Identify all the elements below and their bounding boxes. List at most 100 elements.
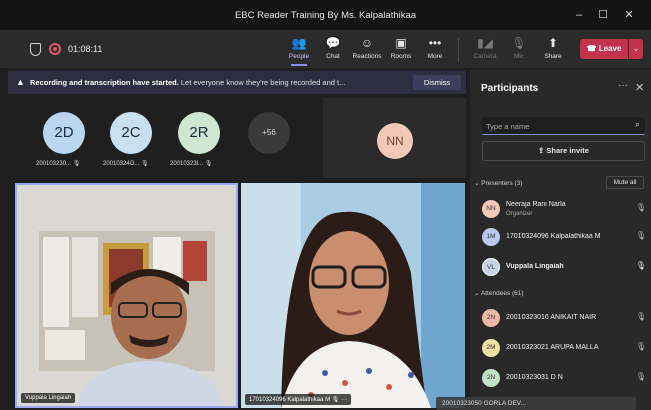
participant-row[interactable]: 2N 20010323016 ANIKAIT NAIR 🎙 bbox=[480, 306, 648, 330]
participant-name: 20010323021 ARUPA MALLA bbox=[506, 344, 599, 351]
participant-name: 20010323031 D N bbox=[506, 374, 563, 381]
camera-button[interactable]: ▮◢ Camera bbox=[468, 36, 502, 66]
avatar-name-text: 20010323l... bbox=[170, 161, 204, 167]
participant-row[interactable]: VL Vuppala Lingaiah 🎙 bbox=[480, 255, 648, 279]
people-button[interactable]: 👥 People bbox=[282, 36, 316, 66]
phone-icon: ☎ bbox=[586, 44, 597, 53]
mic-button[interactable]: 🎙 Mic bbox=[502, 36, 536, 66]
share-invite-label: Share invite bbox=[546, 146, 589, 155]
video-name-label: Vuppala Lingaiah bbox=[21, 393, 76, 403]
mic-off-icon: 🎙 bbox=[635, 312, 646, 321]
attendees-label: Attendees (61) bbox=[480, 290, 524, 297]
rooms-icon: ▣ bbox=[395, 36, 407, 50]
participant-name: Neeraja Rani Narla bbox=[506, 201, 566, 208]
dismiss-button[interactable]: Dismiss bbox=[413, 75, 461, 90]
avatar-nn: NN bbox=[377, 123, 413, 159]
avatar-name-text: 20010324O... bbox=[103, 161, 140, 167]
mic-off-icon: 🎙 bbox=[635, 231, 646, 240]
share-invite-icon: ⇪ bbox=[538, 146, 545, 155]
leave-button[interactable]: ☎ Leave bbox=[580, 39, 628, 59]
mic-label: Mic bbox=[513, 53, 525, 60]
close-window-button[interactable]: ✕ bbox=[618, 6, 640, 24]
chat-icon: 💬 bbox=[325, 36, 341, 50]
mic-off-icon: 🎙 bbox=[635, 372, 646, 381]
participant-row[interactable]: 2N 20010323031 D N 🎙 bbox=[480, 366, 648, 390]
meeting-toolbar: 01:08:11 👥 People 💬 Chat ☺ Reactions ▣ R… bbox=[0, 30, 651, 68]
people-label: People bbox=[288, 53, 310, 60]
panel-close-button[interactable]: ✕ bbox=[635, 81, 644, 94]
title-bar: EBC Reader Training By Ms. Kalpalathikaa… bbox=[0, 0, 651, 30]
leave-dropdown-button[interactable]: ⌄ bbox=[629, 39, 643, 59]
avatar: 1M bbox=[482, 228, 500, 246]
chat-label: Chat bbox=[326, 53, 340, 60]
window-title: EBC Reader Training By Ms. Kalpalathikaa bbox=[234, 10, 417, 21]
more-icon: ••• bbox=[428, 36, 442, 50]
mic-off-icon: 🎙 bbox=[72, 161, 81, 167]
recording-banner: ▲ Recording and transcription have start… bbox=[8, 71, 466, 94]
leave-label: Leave bbox=[598, 44, 622, 53]
participant-name: Vuppala Lingaiah bbox=[506, 263, 564, 270]
minimize-button[interactable]: – bbox=[568, 6, 590, 24]
presenters-header[interactable]: ⌄ Presenters (3) bbox=[474, 179, 522, 187]
participant-row[interactable]: 2M 20010323021 ARUPA MALLA 🎙 bbox=[480, 336, 648, 360]
reactions-icon: ☺ bbox=[360, 36, 374, 50]
more-button[interactable]: ••• More bbox=[418, 36, 452, 66]
avatar: 2N bbox=[482, 369, 500, 387]
mic-off-icon: 🎙 bbox=[204, 161, 213, 167]
mute-all-button[interactable]: Mute all bbox=[606, 176, 644, 189]
rooms-button[interactable]: ▣ Rooms bbox=[384, 36, 418, 66]
banner-bold-text: Recording and transcription have started… bbox=[30, 78, 179, 87]
participant-strip: 2D 200103230... 🎙 2C 20010324O... 🎙 2R 2… bbox=[8, 98, 322, 178]
participant-row[interactable]: 1M 17010324096 Kalpalathikaa M 🎙 bbox=[480, 225, 648, 249]
warning-icon: ▲ bbox=[16, 77, 25, 87]
search-icon[interactable]: ⌕ bbox=[635, 119, 640, 130]
mic-off-icon: 🎙 bbox=[635, 203, 646, 212]
video-name-text: 17010324096 Kalpalathikaa M bbox=[249, 397, 331, 403]
spotlight-tile[interactable]: NN bbox=[323, 98, 466, 178]
avatar-name: 20010323l... 🎙 bbox=[170, 160, 212, 167]
avatar-name-text: 200103230... bbox=[36, 161, 72, 167]
reactions-button[interactable]: ☺ Reactions bbox=[350, 36, 384, 66]
chat-button[interactable]: 💬 Chat bbox=[316, 36, 350, 66]
presenters-label: Presenters (3) bbox=[481, 180, 523, 187]
video-tile-kalpalathikaa[interactable]: 17010324096 Kalpalathikaa M 🎙 ··· bbox=[241, 183, 465, 408]
maximize-button[interactable]: ☐ bbox=[592, 6, 614, 24]
chevron-down-icon: ⌄ bbox=[474, 290, 480, 297]
camera-label: Camera bbox=[473, 53, 497, 60]
avatar: 2N bbox=[482, 309, 500, 327]
share-label: Share bbox=[544, 53, 562, 60]
banner-text: Let everyone know they're being recorded… bbox=[180, 78, 346, 87]
more-participants-button[interactable]: +56 bbox=[248, 112, 290, 154]
avatar: 2M bbox=[482, 339, 500, 357]
share-invite-button[interactable]: ⇪ Share invite bbox=[482, 141, 645, 161]
rooms-label: Rooms bbox=[390, 53, 412, 60]
avatar-2c[interactable]: 2C bbox=[110, 112, 152, 154]
share-button[interactable]: ⬆ Share bbox=[536, 36, 570, 66]
share-icon: ⬆ bbox=[547, 36, 559, 50]
video-tile-vuppala[interactable]: Vuppala Lingaiah bbox=[15, 183, 238, 408]
avatar-name: 20010324O... 🎙 bbox=[103, 160, 149, 167]
meeting-timer: 01:08:11 bbox=[68, 44, 103, 54]
more-options-icon[interactable]: ··· bbox=[341, 397, 347, 403]
attendees-header[interactable]: ⌄ Attendees (61) bbox=[474, 289, 524, 297]
avatar-2r[interactable]: 2R bbox=[178, 112, 220, 154]
avatar: NN bbox=[482, 200, 500, 218]
search-box: ⌕ bbox=[482, 117, 645, 135]
toolbar-divider bbox=[458, 38, 459, 62]
participant-row[interactable]: NN Neeraja Rani Narla Organizer 🎙 bbox=[480, 197, 648, 221]
banner-message: Recording and transcription have started… bbox=[30, 78, 400, 87]
shield-icon bbox=[30, 43, 41, 56]
participant-role: Organizer bbox=[506, 211, 533, 217]
participants-panel: Participants ··· ✕ ⌕ ⇪ Share invite ⌄ Pr… bbox=[470, 70, 651, 410]
video-feed-image bbox=[241, 183, 465, 408]
mic-on-icon: 🎙 bbox=[635, 261, 646, 270]
search-input[interactable] bbox=[486, 120, 616, 132]
video-feed-image bbox=[17, 185, 236, 406]
panel-more-button[interactable]: ··· bbox=[618, 80, 628, 91]
panel-title: Participants bbox=[481, 83, 539, 94]
avatar-2d[interactable]: 2D bbox=[43, 112, 85, 154]
mic-off-icon: 🎙 bbox=[331, 397, 340, 403]
avatar: VL bbox=[482, 258, 500, 276]
reactions-label: Reactions bbox=[352, 53, 382, 60]
participant-name: 20010323016 ANIKAIT NAIR bbox=[506, 314, 597, 321]
